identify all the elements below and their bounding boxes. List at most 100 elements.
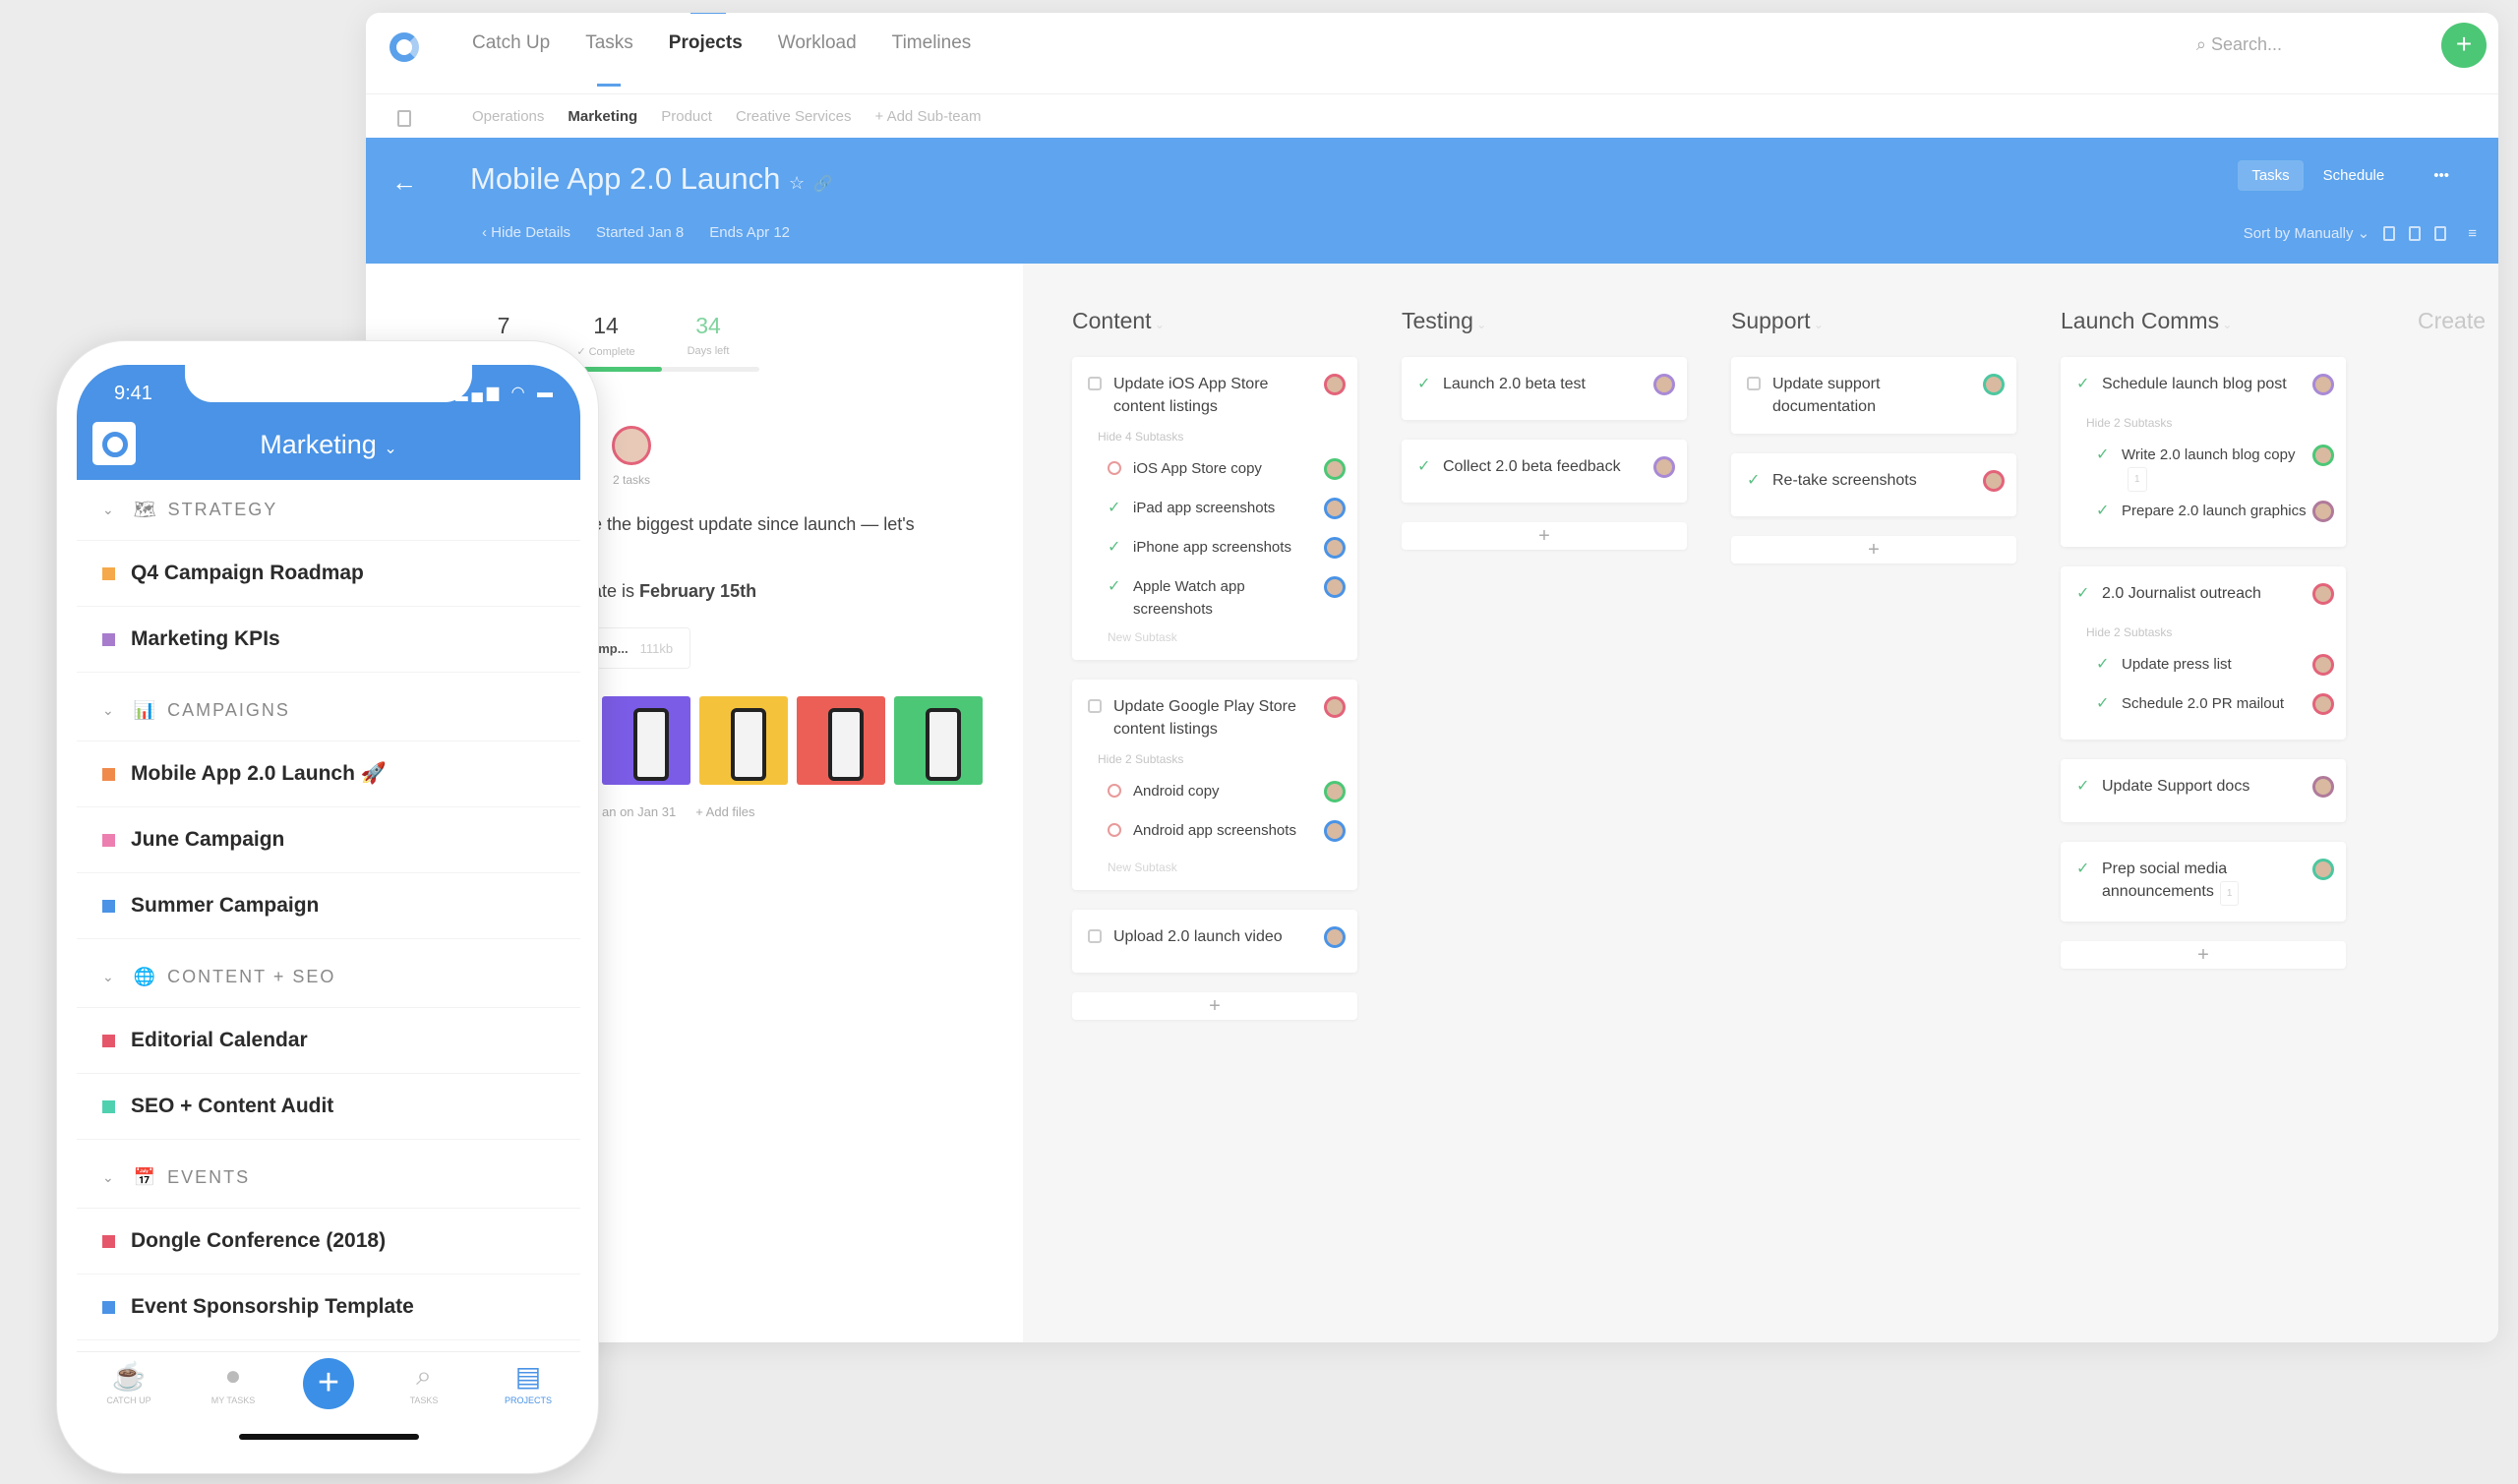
subnav-operations[interactable]: Operations	[472, 108, 544, 125]
avatar[interactable]	[1983, 374, 2005, 395]
project-list-item[interactable]: SEO + Content Audit	[77, 1074, 580, 1140]
image-thumbnail[interactable]	[699, 696, 788, 785]
avatar[interactable]	[1653, 374, 1675, 395]
add-task-button[interactable]: +	[1072, 992, 1357, 1020]
task-card[interactable]: ✓ Re-take screenshots	[1731, 453, 2016, 516]
subtask-row[interactable]: Android copy	[1072, 776, 1357, 815]
chevron-down-icon[interactable]: ⌄	[1473, 318, 1486, 331]
task-row[interactable]: ✓ Collect 2.0 beta feedback	[1402, 451, 1687, 491]
avatar[interactable]	[1983, 470, 2005, 492]
subtask-row[interactable]: ✓ Write 2.0 launch blog copy 1	[2061, 440, 2346, 496]
project-list-item[interactable]: Summer Campaign	[77, 873, 580, 939]
nav-workload[interactable]: Workload	[778, 32, 857, 54]
sort-dropdown[interactable]: Sort by Manually ⌄	[2244, 224, 2369, 242]
section-header[interactable]: ⌄ 🗺 STRATEGY	[77, 480, 580, 541]
checkmark-icon[interactable]: ✓	[1417, 373, 1437, 395]
checkbox[interactable]	[1747, 377, 1761, 390]
checkbox[interactable]	[1088, 699, 1102, 713]
task-row[interactable]: Update support documentation	[1731, 369, 2016, 422]
comment-count-badge[interactable]: 1	[2219, 881, 2240, 906]
incomplete-circle-icon[interactable]	[1108, 784, 1121, 798]
avatar[interactable]	[2312, 583, 2334, 605]
task-row[interactable]: ✓ Launch 2.0 beta test	[1402, 369, 1687, 408]
hide-subtasks-toggle[interactable]: Hide 2 Subtasks	[1072, 744, 1357, 776]
avatar[interactable]	[1324, 374, 1346, 395]
end-date[interactable]: Ends Apr 12	[709, 224, 790, 241]
checkmark-icon[interactable]: ✓	[1108, 536, 1127, 559]
tab-catch-up[interactable]: ☕ CATCH UP	[94, 1360, 163, 1405]
column-title[interactable]: Content	[1072, 308, 1152, 333]
task-card[interactable]: ✓ Schedule launch blog post Hide 2 Subtask…	[2061, 357, 2346, 547]
checkmark-icon[interactable]: ✓	[2096, 692, 2116, 715]
owner-avatar[interactable]: 2 tasks	[612, 426, 651, 487]
tab-projects[interactable]: ▤ PROJECTS	[494, 1360, 563, 1405]
checkbox[interactable]	[1088, 929, 1102, 943]
avatar[interactable]	[1324, 458, 1346, 480]
chevron-down-icon[interactable]: ⌄	[2219, 318, 2232, 331]
section-header[interactable]: ⌄ 📅 EVENTS	[77, 1148, 580, 1209]
start-date[interactable]: Started Jan 8	[596, 224, 684, 241]
task-row[interactable]: Update Google Play Store content listing…	[1072, 691, 1357, 744]
tab-tasks[interactable]: Tasks	[2238, 160, 2304, 191]
checkmark-icon[interactable]: ✓	[2076, 582, 2096, 605]
image-thumbnail[interactable]	[602, 696, 690, 785]
new-subtask-button[interactable]: New Subtask	[1072, 855, 1357, 878]
hide-subtasks-toggle[interactable]: Hide 4 Subtasks	[1072, 422, 1357, 453]
avatar[interactable]	[2312, 501, 2334, 522]
subtask-row[interactable]: ✓ iPad app screenshots	[1072, 493, 1357, 532]
checkmark-icon[interactable]: ✓	[2076, 775, 2096, 798]
app-logo-icon[interactable]	[390, 32, 419, 62]
back-arrow-icon[interactable]: ←	[391, 167, 417, 198]
avatar[interactable]	[1324, 820, 1346, 842]
split-view-icon[interactable]	[2434, 225, 2447, 241]
subnav-creative-services[interactable]: Creative Services	[736, 108, 852, 125]
subtask-row[interactable]: ✓ iPhone app screenshots	[1072, 532, 1357, 571]
project-list-item[interactable]: Event Sponsorship Template	[77, 1275, 580, 1340]
project-list-item[interactable]: Dongle Conference (2018)	[77, 1209, 580, 1275]
task-card[interactable]: Update Google Play Store content listing…	[1072, 680, 1357, 890]
new-subtask-button[interactable]: New Subtask	[1072, 624, 1357, 648]
subnav-product[interactable]: Product	[661, 108, 712, 125]
subtask-row[interactable]: ✓ Prepare 2.0 launch graphics	[2061, 496, 2346, 535]
column-title[interactable]: Support	[1731, 308, 1811, 333]
tab-my-tasks[interactable]: ● MY TASKS	[199, 1360, 268, 1405]
section-header[interactable]: ⌄ 🌐 CONTENT + SEO	[77, 947, 580, 1008]
incomplete-circle-icon[interactable]	[1108, 461, 1121, 475]
avatar[interactable]	[2312, 693, 2334, 715]
subnav-add-subteam[interactable]: + Add Sub-team	[874, 108, 981, 125]
checkmark-icon[interactable]: ✓	[1417, 455, 1437, 478]
avatar[interactable]	[2312, 374, 2334, 395]
avatar[interactable]	[1324, 781, 1346, 802]
task-card[interactable]: ✓ Collect 2.0 beta feedback	[1402, 440, 1687, 503]
task-card[interactable]: Upload 2.0 launch video	[1072, 910, 1357, 973]
link-icon[interactable]: 🔗	[813, 176, 833, 193]
checkmark-icon[interactable]: ✓	[2096, 444, 2116, 466]
tab-schedule[interactable]: Schedule	[2323, 167, 2385, 184]
avatar[interactable]	[1324, 696, 1346, 718]
avatar[interactable]	[2312, 859, 2334, 880]
chevron-down-icon[interactable]: ⌄	[1152, 318, 1165, 331]
checkmark-icon[interactable]: ✓	[1108, 575, 1127, 598]
incomplete-circle-icon[interactable]	[1108, 823, 1121, 837]
avatar[interactable]	[2312, 776, 2334, 798]
task-row[interactable]: ✓ 2.0 Journalist outreach	[2061, 578, 2346, 618]
checkmark-icon[interactable]: ✓	[1747, 469, 1767, 492]
filter-icon[interactable]: ≡	[2468, 225, 2477, 242]
image-thumbnail[interactable]	[797, 696, 885, 785]
task-row[interactable]: Upload 2.0 launch video	[1072, 921, 1357, 961]
subtask-row[interactable]: Android app screenshots	[1072, 815, 1357, 855]
checkmark-icon[interactable]: ✓	[2096, 653, 2116, 676]
checkmark-icon[interactable]: ✓	[2076, 858, 2096, 880]
subtask-row[interactable]: iOS App Store copy	[1072, 453, 1357, 493]
subtask-row[interactable]: ✓ Apple Watch app screenshots	[1072, 571, 1357, 624]
project-list-item[interactable]: Marketing KPIs	[77, 607, 580, 673]
add-task-button[interactable]: +	[1402, 522, 1687, 550]
task-card[interactable]: Update support documentation	[1731, 357, 2016, 434]
task-card[interactable]: ✓ Update Support docs	[2061, 759, 2346, 822]
add-button[interactable]: +	[2441, 23, 2487, 68]
team-selector[interactable]: Marketing ⌄	[77, 430, 580, 460]
task-row[interactable]: Update iOS App Store content listings	[1072, 369, 1357, 422]
avatar[interactable]	[1324, 576, 1346, 598]
star-icon[interactable]: ☆	[789, 173, 805, 193]
hide-subtasks-toggle[interactable]: Hide 2 Subtasks	[2061, 618, 2346, 649]
